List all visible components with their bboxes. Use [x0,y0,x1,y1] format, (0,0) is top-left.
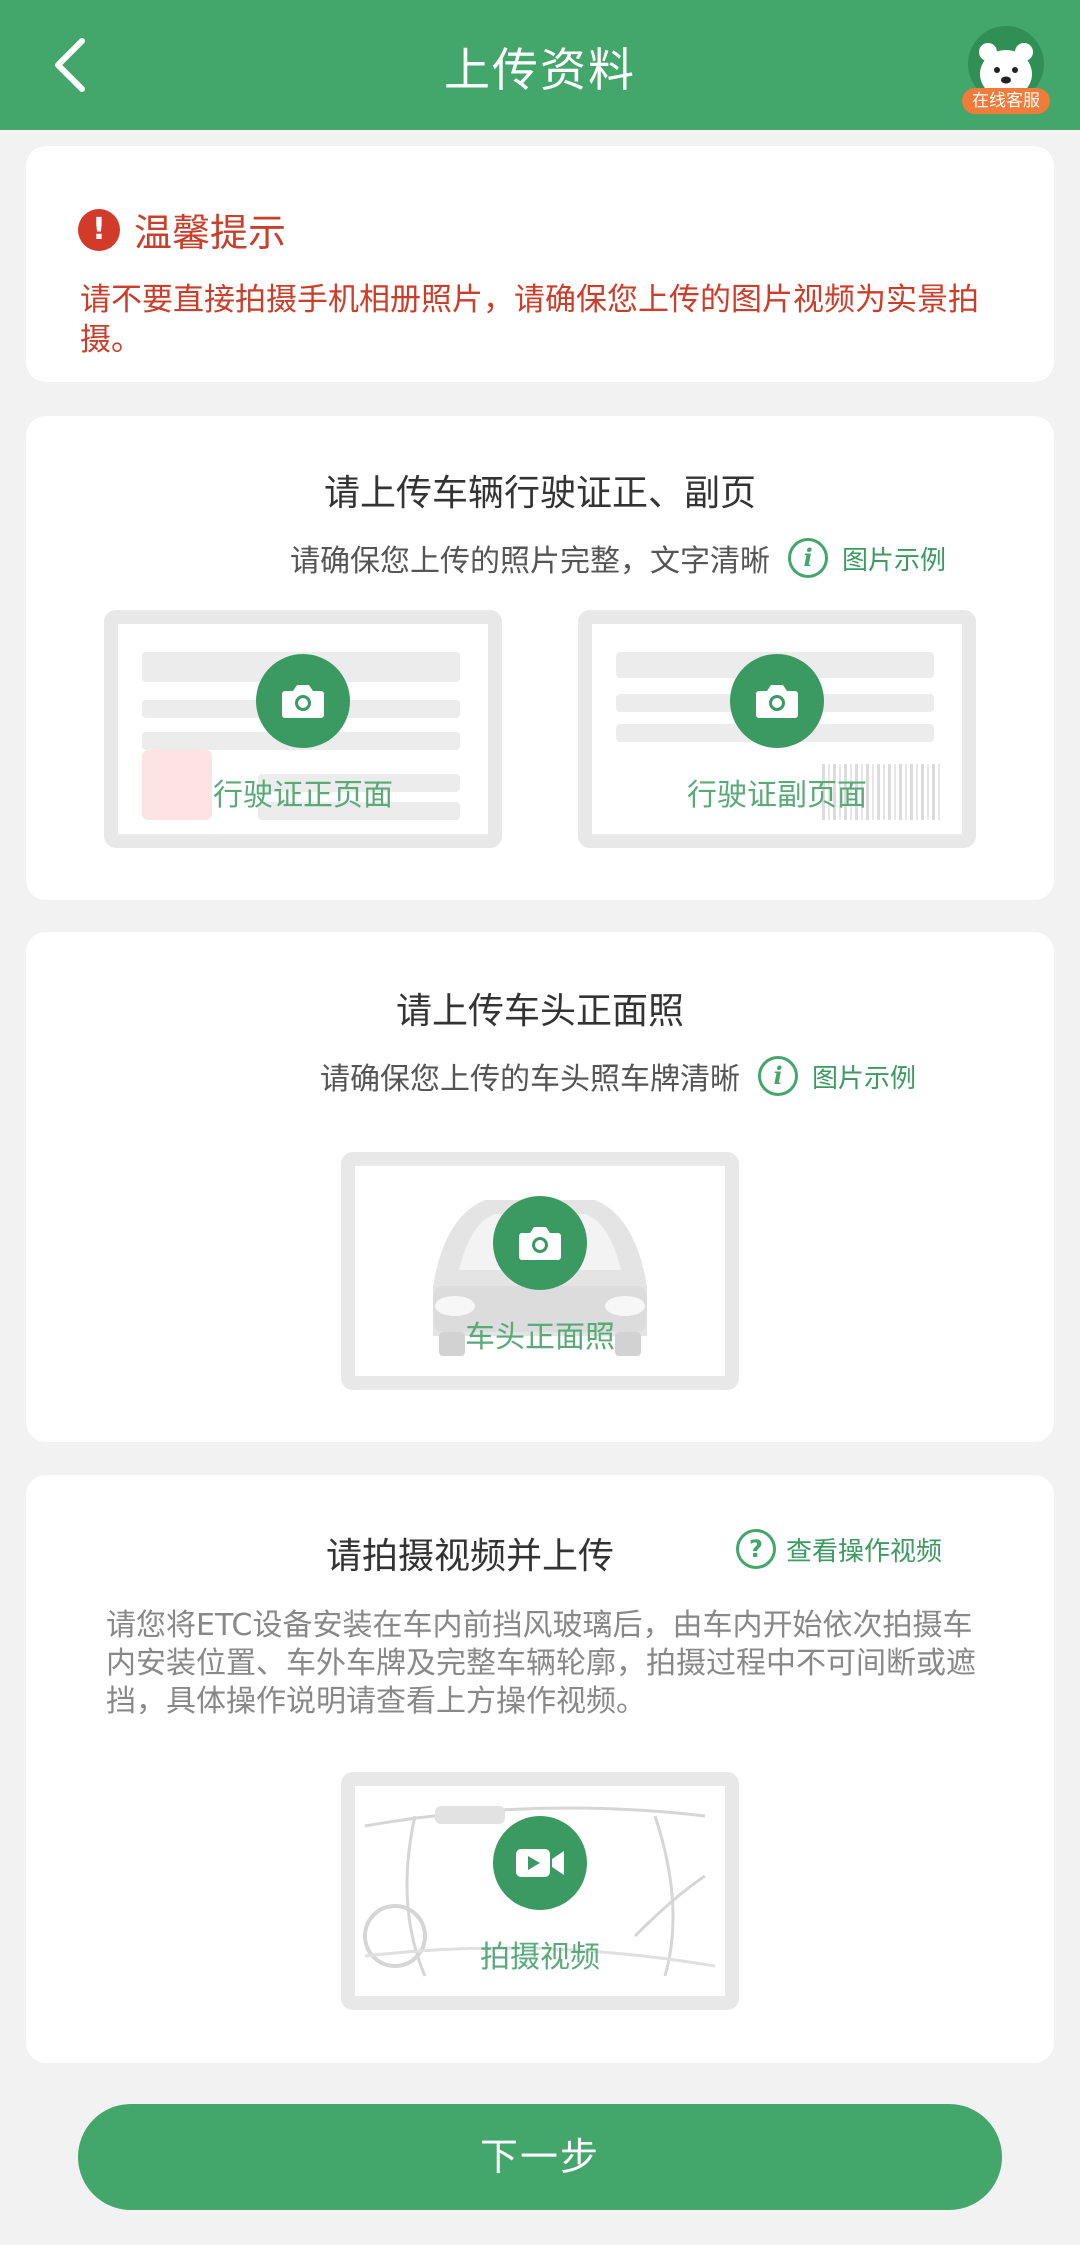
page-title: 上传资料 [444,43,636,97]
license-front-label: 行驶证正页面 [213,778,393,813]
top-bar: 上传资料 在线客服 [0,0,1080,130]
license-back-preview: 行驶证副页面 [592,624,962,834]
camera-button[interactable] [256,654,350,748]
license-front-preview: 行驶证正页面 [118,624,488,834]
video-help-link[interactable]: 查看操作视频 [786,1531,942,1568]
car-front-label: 车头正面照 [465,1320,615,1355]
video-help-row[interactable]: ? 查看操作视频 [736,1529,942,1569]
car-front-card: 请上传车头正面照 请确保您上传的车头照车牌清晰 i 图片示例 车头正面照 [26,932,1054,1442]
license-subtitle: 请确保您上传的照片完整，文字清晰 [290,544,770,579]
car-front-upload[interactable]: 车头正面照 [341,1152,739,1390]
tip-title: 温馨提示 [134,211,287,255]
info-icon[interactable]: i [788,538,828,578]
camera-button[interactable] [730,654,824,748]
info-icon[interactable]: i [758,1056,798,1096]
license-subtitle-row: 请确保您上传的照片完整，文字清晰 i 图片示例 [290,536,946,580]
license-front-upload[interactable]: 行驶证正页面 [104,610,502,848]
camera-icon [756,685,798,718]
video-title: 请拍摄视频并上传 [326,1536,615,1577]
camera-button[interactable] [493,1196,587,1290]
tip-body: 请不要直接拍摄手机相册照片，请确保您上传的图片视频为实景拍摄。 [80,282,979,358]
video-label: 拍摄视频 [480,1940,600,1975]
car-front-subtitle-row: 请确保您上传的车头照车牌清晰 i 图片示例 [320,1054,916,1098]
tip-title-row: ! 温馨提示 [78,202,286,257]
car-front-example-link[interactable]: 图片示例 [812,1058,916,1095]
record-video-button[interactable] [493,1816,587,1910]
video-card: 请拍摄视频并上传 ? 查看操作视频 请您将ETC设备安装在车内前挡风玻璃后，由车… [26,1475,1054,2063]
license-back-upload[interactable]: 行驶证副页面 [578,610,976,848]
video-camera-icon [516,1849,564,1877]
car-front-preview: 车头正面照 [355,1166,725,1376]
question-icon: ? [736,1529,776,1569]
video-preview: 拍摄视频 [355,1786,725,1996]
license-example-link[interactable]: 图片示例 [842,540,946,577]
video-description: 请您将ETC设备安装在车内前挡风玻璃后，由车内开始依次拍摄车内安装位置、车外车牌… [106,1608,976,1719]
camera-icon [519,1227,561,1260]
customer-service-label: 在线客服 [962,88,1050,114]
license-card: 请上传车辆行驶证正、副页 请确保您上传的照片完整，文字清晰 i 图片示例 行驶证… [26,416,1054,900]
license-back-label: 行驶证副页面 [687,778,867,813]
next-button[interactable]: 下一步 [78,2104,1002,2210]
car-front-subtitle: 请确保您上传的车头照车牌清晰 [320,1062,740,1097]
customer-service-button[interactable]: 在线客服 [962,26,1050,116]
tip-card: ! 温馨提示 请不要直接拍摄手机相册照片，请确保您上传的图片视频为实景拍摄。 [26,146,1054,382]
alert-icon: ! [78,208,120,251]
camera-icon [282,685,324,718]
license-title: 请上传车辆行驶证正、副页 [323,473,756,514]
car-front-title: 请上传车头正面照 [395,991,684,1032]
video-upload[interactable]: 拍摄视频 [341,1772,739,2010]
